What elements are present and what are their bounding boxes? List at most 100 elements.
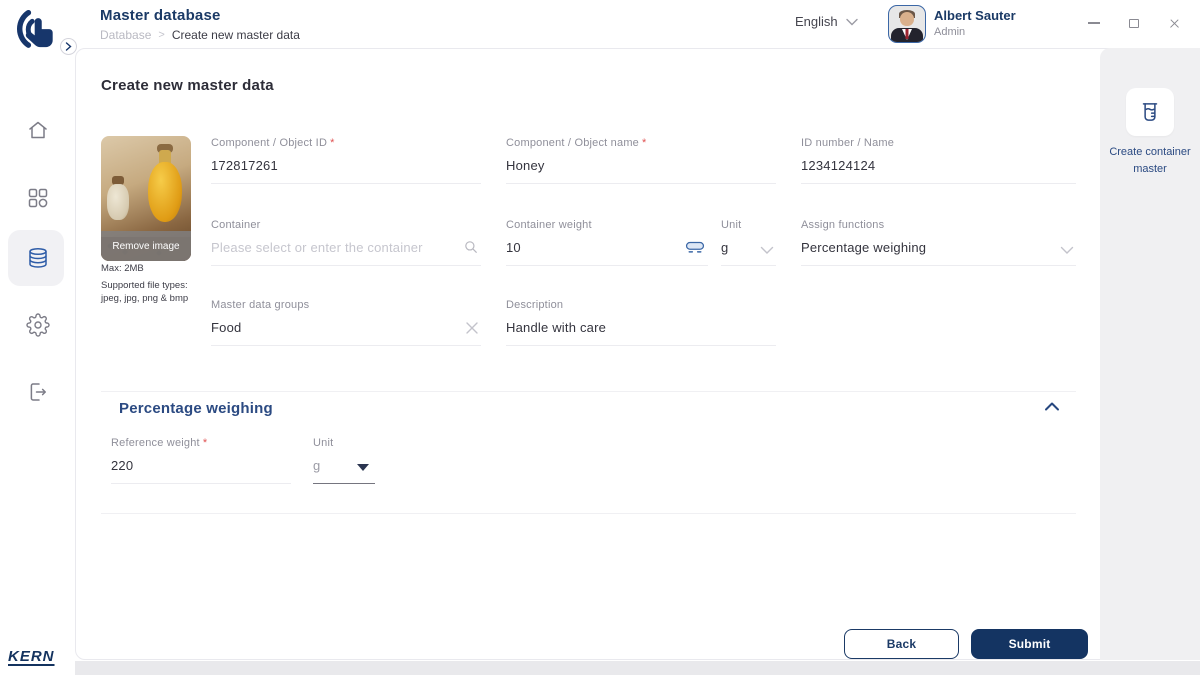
sidebar: KERN <box>0 48 75 675</box>
minimize-icon <box>1088 22 1100 24</box>
assign-functions-label: Assign functions <box>801 219 885 231</box>
avatar-head <box>900 12 914 26</box>
unit-label: Unit <box>721 219 742 231</box>
home-icon <box>26 118 50 142</box>
language-label: English <box>795 14 838 29</box>
breadcrumb-separator: > <box>158 29 165 41</box>
field-container-weight-unit: Unit <box>721 219 776 266</box>
top-header: Master database Database > Create new ma… <box>0 0 1200 48</box>
form-title: Create new master data <box>101 77 274 94</box>
breadcrumb-parent[interactable]: Database <box>100 28 151 42</box>
dropdown-arrow-icon[interactable] <box>357 464 369 471</box>
main-content-card: Create new master data Remove image Max:… <box>75 48 1200 660</box>
section-title: Percentage weighing <box>119 400 273 417</box>
field-reference-weight: Reference weight * <box>111 437 291 484</box>
reference-weight-input[interactable] <box>111 449 291 484</box>
avatar[interactable] <box>888 5 926 43</box>
field-description: Description <box>506 299 776 346</box>
user-info: Albert Sauter Admin <box>934 8 1016 38</box>
description-input[interactable] <box>506 311 776 346</box>
chevron-down-icon <box>845 18 858 26</box>
chevron-right-icon <box>65 42 72 51</box>
gear-icon <box>25 313 50 337</box>
chevron-up-icon <box>1044 401 1062 412</box>
master-data-groups-input[interactable] <box>211 311 481 346</box>
field-container-weight: Container weight <box>506 219 708 266</box>
user-name: Albert Sauter <box>934 8 1016 23</box>
maximize-button[interactable] <box>1126 15 1142 31</box>
master-data-groups-label: Master data groups <box>211 299 310 311</box>
close-button[interactable] <box>1166 15 1182 31</box>
logout-icon <box>26 380 50 404</box>
image-types-note-line2: jpeg, jpg, png & bmp <box>101 292 189 304</box>
header-titles: Master database Database > Create new ma… <box>100 7 300 42</box>
field-reference-unit: Unit <box>313 437 375 484</box>
container-weight-label: Container weight <box>506 219 592 231</box>
database-icon <box>26 246 50 270</box>
id-number-label: ID number / Name <box>801 137 895 149</box>
sidebar-item-logout[interactable] <box>26 380 50 404</box>
component-id-input[interactable] <box>211 149 481 184</box>
required-mark: * <box>202 437 208 449</box>
sidebar-item-settings[interactable] <box>25 313 50 337</box>
section-divider <box>101 391 1076 392</box>
scale-icon[interactable] <box>684 239 706 255</box>
sidebar-item-home[interactable] <box>26 118 50 142</box>
search-icon[interactable] <box>463 239 479 255</box>
right-action-panel: Create container master <box>1100 48 1200 660</box>
component-name-label: Component / Object name * <box>506 137 647 149</box>
chevron-down-icon[interactable] <box>760 246 774 255</box>
field-master-data-groups: Master data groups <box>211 299 481 346</box>
container-label: Container <box>211 219 261 231</box>
minimize-button[interactable] <box>1086 15 1102 31</box>
component-name-input[interactable] <box>506 149 776 184</box>
chevron-down-icon[interactable] <box>1060 246 1074 255</box>
language-selector[interactable]: English <box>795 14 858 29</box>
content-divider <box>101 513 1076 514</box>
kern-brand-logo: KERN <box>8 648 55 665</box>
product-image-detail <box>148 162 182 222</box>
field-container: Container <box>211 219 481 266</box>
clear-icon[interactable] <box>465 321 479 335</box>
sidebar-expand-button[interactable] <box>60 38 77 55</box>
product-image: Remove image <box>101 136 191 261</box>
assign-functions-select[interactable] <box>801 231 1076 266</box>
field-id-number: ID number / Name <box>801 137 1076 184</box>
app-window: Master database Database > Create new ma… <box>0 0 1200 675</box>
collapse-section-button[interactable] <box>1044 401 1062 419</box>
sidebar-item-database[interactable] <box>26 246 50 270</box>
apps-grid-icon <box>26 186 50 210</box>
breadcrumb: Database > Create new master data <box>100 28 300 42</box>
required-mark: * <box>330 137 335 149</box>
required-mark: * <box>642 137 647 149</box>
breadcrumb-current: Create new master data <box>171 28 300 42</box>
unit-label: Unit <box>313 437 334 449</box>
field-component-id: Component / Object ID * <box>211 137 481 184</box>
sidebar-item-apps[interactable] <box>26 186 50 210</box>
close-icon <box>1169 18 1180 29</box>
submit-button[interactable]: Submit <box>971 629 1088 659</box>
maximize-icon <box>1129 18 1139 28</box>
component-id-label: Component / Object ID * <box>211 137 335 149</box>
user-role: Admin <box>934 26 966 38</box>
window-controls <box>1086 12 1182 34</box>
field-component-name: Component / Object name * <box>506 137 776 184</box>
page-heading: Master database <box>100 7 221 24</box>
create-container-master-label[interactable]: Create container master <box>1100 144 1200 177</box>
image-max-size-note: Max: 2MB <box>101 263 144 274</box>
id-number-input[interactable] <box>801 149 1076 184</box>
remove-image-button[interactable]: Remove image <box>101 231 191 261</box>
container-search-input[interactable] <box>211 231 481 266</box>
create-container-master-button[interactable] <box>1126 88 1174 136</box>
field-assign-functions: Assign functions <box>801 219 1076 266</box>
avatar-tie <box>905 29 909 39</box>
container-weight-input[interactable] <box>506 231 708 266</box>
back-button[interactable]: Back <box>844 629 959 659</box>
product-image-detail <box>107 184 129 220</box>
window-bottom-strip <box>75 661 1200 675</box>
image-types-note-line1: Supported file types: <box>101 279 188 291</box>
container-beaker-icon <box>1137 99 1163 125</box>
image-upload-notes: Max: 2MB Supported file types: jpeg, jpg… <box>101 263 211 305</box>
reference-weight-label: Reference weight * <box>111 437 208 449</box>
description-label: Description <box>506 299 564 311</box>
